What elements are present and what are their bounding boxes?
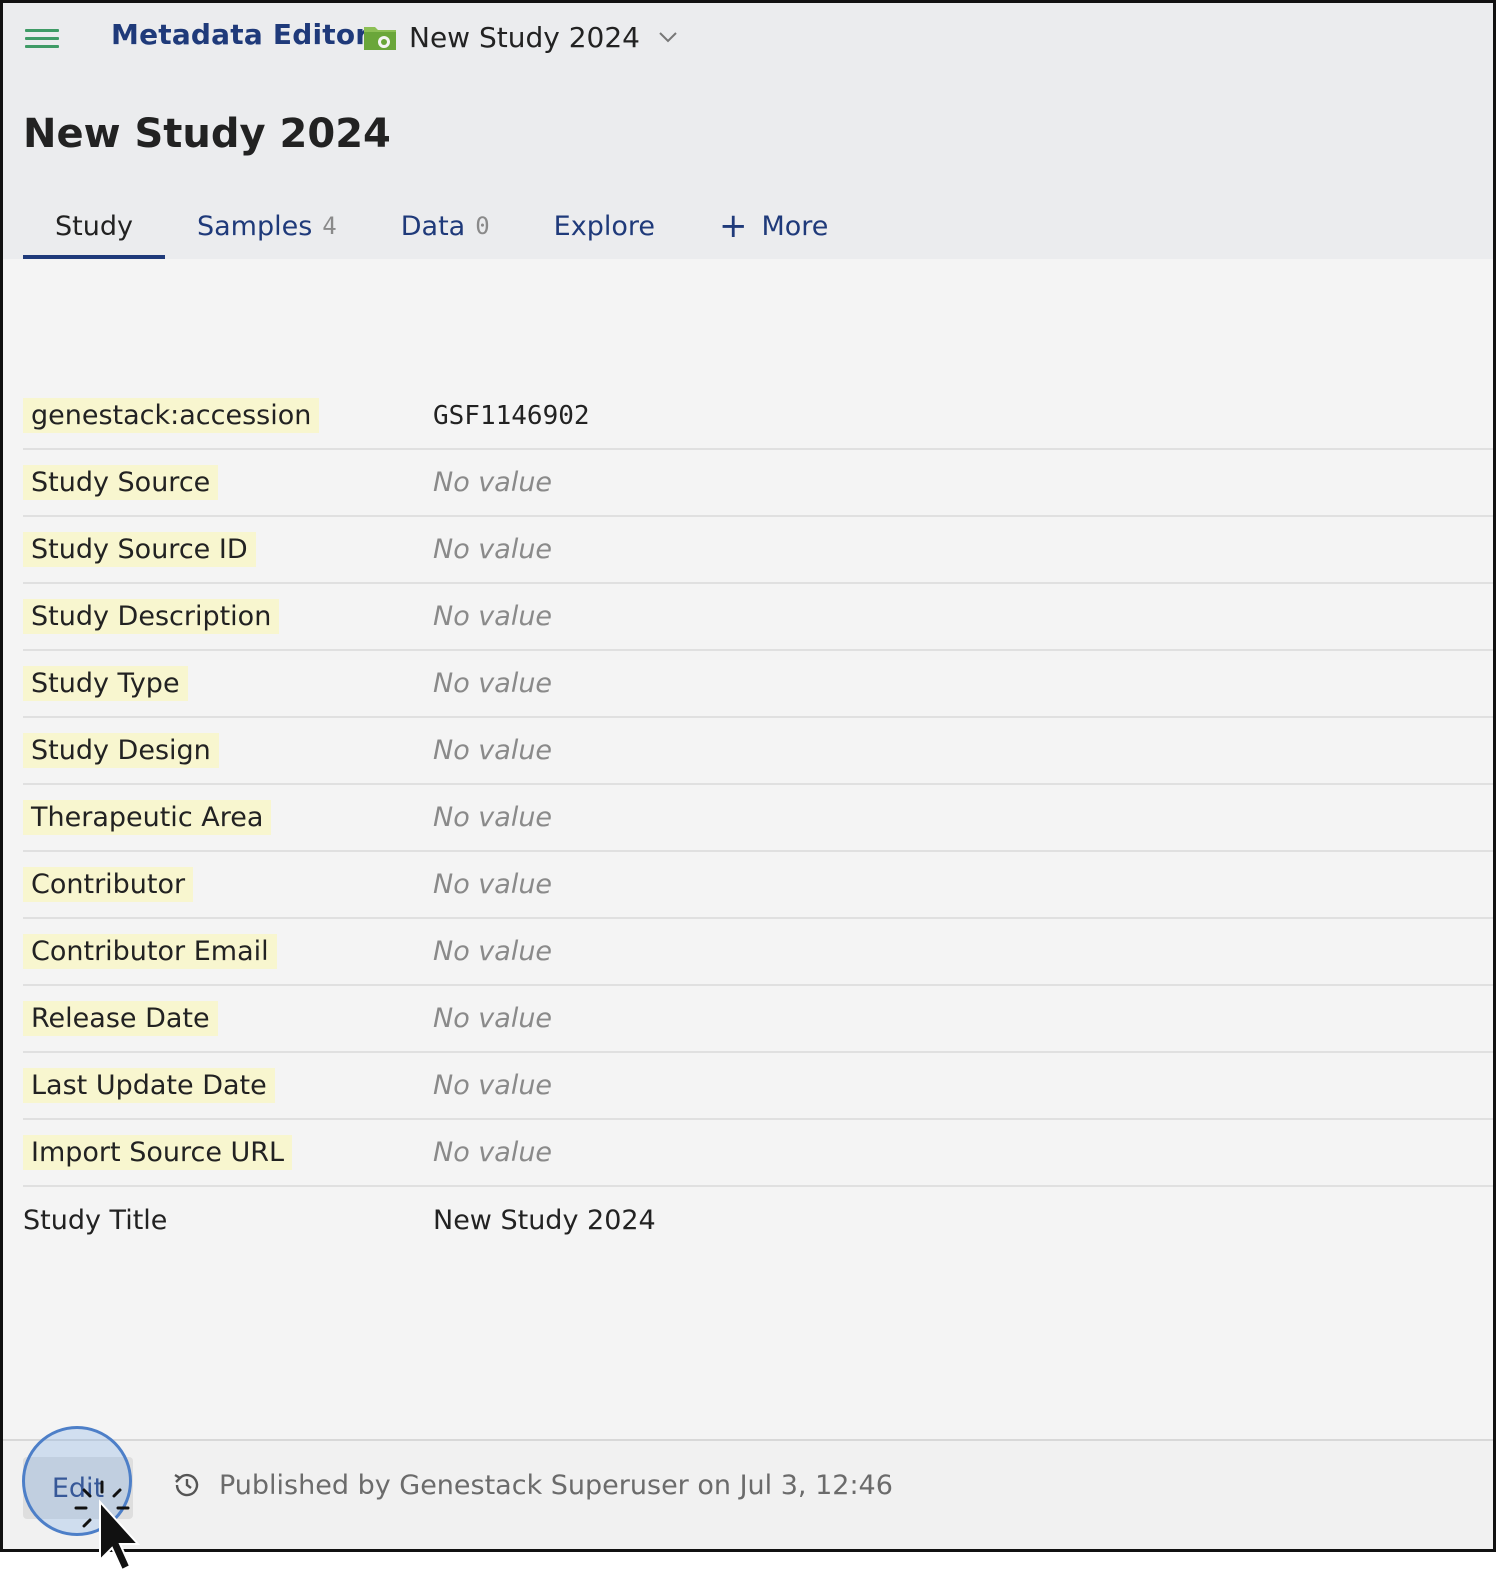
metadata-row: Study Source ID No value — [23, 517, 1493, 584]
app-title[interactable]: Metadata Editor — [111, 18, 369, 51]
metadata-row: Contributor Email No value — [23, 919, 1493, 986]
metadata-key: Study Description — [23, 599, 280, 634]
metadata-row: Study Source No value — [23, 450, 1493, 517]
tab-label: Explore — [553, 210, 655, 242]
metadata-value[interactable]: New Study 2024 — [433, 1205, 656, 1236]
metadata-row: Release Date No value — [23, 986, 1493, 1053]
metadata-row: Therapeutic Area No value — [23, 785, 1493, 852]
metadata-key: Contributor — [23, 867, 194, 902]
metadata-key: genestack:accession — [23, 398, 320, 433]
tab-count: 0 — [475, 212, 490, 240]
plus-icon: + — [718, 206, 748, 246]
metadata-value[interactable]: No value — [433, 735, 552, 766]
metadata-key: Therapeutic Area — [23, 800, 272, 835]
tab-count: 4 — [322, 212, 337, 240]
metadata-key: Import Source URL — [23, 1135, 293, 1170]
folder-icon — [364, 27, 396, 50]
metadata-key: Study Source ID — [23, 532, 256, 567]
metadata-value[interactable]: GSF1146902 — [433, 401, 590, 431]
hamburger-icon[interactable] — [25, 27, 59, 51]
metadata-key: Contributor Email — [23, 934, 277, 969]
header: Metadata Editor New Study 2024 New Study… — [3, 3, 1493, 259]
metadata-row: Import Source URL No value — [23, 1120, 1493, 1187]
metadata-value[interactable]: No value — [433, 936, 552, 967]
metadata-row: Study Design No value — [23, 718, 1493, 785]
metadata-value[interactable]: No value — [433, 601, 552, 632]
metadata-list: genestack:accession GSF1146902 Study Sourc… — [23, 383, 1493, 1254]
metadata-value[interactable]: No value — [433, 1070, 552, 1101]
metadata-row: genestack:accession GSF1146902 — [23, 383, 1493, 450]
metadata-key: Last Update Date — [23, 1068, 275, 1103]
chevron-down-icon — [659, 32, 677, 43]
tab-explore[interactable]: Explore — [522, 193, 687, 259]
tab-samples[interactable]: Samples 4 — [165, 193, 369, 259]
tab-study[interactable]: Study — [23, 193, 165, 259]
tab-label: Data — [400, 210, 466, 242]
metadata-key: Study Source — [23, 465, 219, 500]
metadata-row: Study Title New Study 2024 — [23, 1187, 1493, 1254]
metadata-value[interactable]: No value — [433, 668, 552, 699]
tab-more[interactable]: + More — [687, 193, 860, 259]
metadata-key: Study Title — [23, 1205, 168, 1236]
metadata-key: Study Design — [23, 733, 219, 768]
footer-bar: Edit Published by Genestack Superuser on… — [3, 1439, 1493, 1549]
metadata-key: Study Type — [23, 666, 188, 701]
publish-status: Published by Genestack Superuser on Jul … — [219, 1470, 893, 1501]
edit-button[interactable]: Edit — [23, 1457, 133, 1519]
metadata-value[interactable]: No value — [433, 534, 552, 565]
page-title: New Study 2024 — [23, 111, 391, 157]
metadata-value[interactable]: No value — [433, 869, 552, 900]
study-picker-name: New Study 2024 — [409, 20, 640, 54]
metadata-row: Last Update Date No value — [23, 1053, 1493, 1120]
metadata-value[interactable]: No value — [433, 467, 552, 498]
study-picker[interactable]: New Study 2024 — [363, 15, 678, 59]
metadata-key: Release Date — [23, 1001, 218, 1036]
metadata-row: Contributor No value — [23, 852, 1493, 919]
metadata-value[interactable]: No value — [433, 1003, 552, 1034]
tab-label: Study — [55, 210, 133, 242]
tab-bar: Study Samples 4 Data 0 Explore + More — [23, 193, 860, 259]
metadata-row: Study Description No value — [23, 584, 1493, 651]
metadata-row: Study Type No value — [23, 651, 1493, 718]
tab-data[interactable]: Data 0 — [369, 193, 522, 259]
tab-label: More — [761, 210, 829, 242]
history-icon — [174, 1473, 199, 1497]
tab-label: Samples — [196, 210, 313, 242]
metadata-value[interactable]: No value — [433, 1137, 552, 1168]
app-window: Metadata Editor New Study 2024 New Study… — [0, 0, 1496, 1552]
metadata-value[interactable]: No value — [433, 802, 552, 833]
